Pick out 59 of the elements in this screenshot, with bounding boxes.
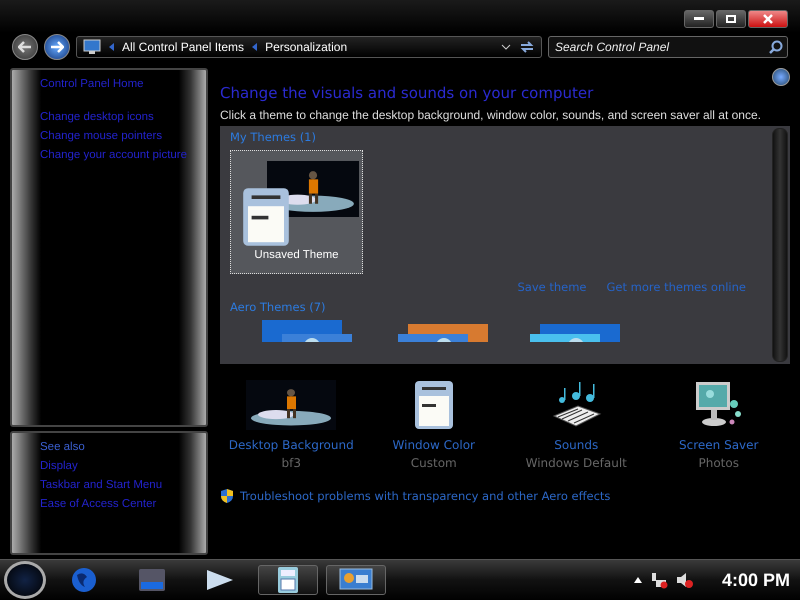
- sidebar-link[interactable]: Display: [40, 460, 198, 472]
- chevron-icon: [252, 43, 258, 51]
- help-button[interactable]: [772, 68, 790, 86]
- sidebar-link[interactable]: Taskbar and Start Menu: [40, 479, 198, 491]
- sidebar-link[interactable]: Change desktop icons: [40, 111, 198, 123]
- close-icon: [763, 14, 773, 24]
- minimize-icon: [694, 17, 704, 21]
- globe-icon: [71, 567, 97, 593]
- calculator-icon: [277, 566, 299, 594]
- sidebar-link[interactable]: Ease of Access Center: [40, 498, 198, 510]
- forward-button[interactable]: [44, 34, 70, 60]
- sidebar-link[interactable]: Change your account picture: [40, 149, 198, 161]
- theme-link[interactable]: Get more themes online: [606, 280, 746, 294]
- back-arrow-icon: [18, 41, 32, 53]
- see-also-heading: See also: [40, 441, 86, 453]
- theme-tile[interactable]: Unsaved Theme: [230, 150, 363, 274]
- group-heading: Aero Themes (7): [230, 300, 327, 314]
- setting-value: Photos: [698, 456, 739, 470]
- setting-link[interactable]: Screen Saver: [679, 438, 758, 452]
- back-button[interactable]: [12, 34, 38, 60]
- start-button[interactable]: [4, 561, 46, 599]
- refresh-icon: [519, 40, 535, 54]
- forward-arrow-icon: [50, 41, 64, 53]
- play-icon: [205, 568, 235, 592]
- setting-link[interactable]: Window Color: [392, 438, 475, 452]
- tray-arrow-icon: [634, 577, 642, 583]
- page-title: Change the visuals and sounds on your computer: [220, 84, 594, 102]
- monitor-icon: [83, 39, 101, 55]
- setting-value: Custom: [410, 456, 457, 470]
- breadcrumb[interactable]: Personalization: [265, 40, 348, 54]
- network-icon: [650, 571, 668, 589]
- group-heading: My Themes (1): [230, 130, 317, 144]
- monitor-icon: [339, 568, 373, 592]
- maximize-icon: [726, 15, 736, 23]
- breadcrumb[interactable]: All Control Panel Items: [122, 40, 244, 54]
- sidebar-link[interactable]: Change mouse pointers: [40, 130, 198, 142]
- chevron-icon: [109, 43, 114, 51]
- page-description: Click a theme to change the desktop background, window color, sounds, and screen saver all at once.: [220, 108, 762, 122]
- troubleshoot-link[interactable]: Troubleshoot problems with transparency and other Aero effects: [240, 489, 610, 503]
- search-icon: [769, 40, 783, 54]
- address-bar[interactable]: All Control Panel Items Personalization: [76, 36, 542, 58]
- sidebar-link[interactable]: Control Panel Home: [40, 78, 198, 90]
- setting-value: bf3: [282, 456, 301, 470]
- setting-link[interactable]: Desktop Background: [228, 438, 354, 452]
- speaker-muted-icon: [676, 571, 694, 589]
- theme-link[interactable]: Save theme: [517, 280, 587, 294]
- taskbar-button[interactable]: [258, 565, 318, 595]
- taskbar-button[interactable]: [326, 565, 386, 595]
- minimize-button[interactable]: [684, 10, 714, 28]
- close-button[interactable]: [748, 10, 788, 28]
- clock: 4:00 PM: [722, 570, 790, 590]
- maximize-button[interactable]: [716, 10, 746, 28]
- setting-link[interactable]: Sounds: [554, 438, 598, 452]
- search-field[interactable]: Search Control Panel: [548, 36, 788, 58]
- dropdown-icon: [501, 44, 511, 50]
- setting-value: Windows Default: [526, 456, 627, 470]
- scrollbar[interactable]: [772, 128, 788, 362]
- shield-icon: [220, 488, 234, 504]
- drive-icon: [138, 568, 166, 592]
